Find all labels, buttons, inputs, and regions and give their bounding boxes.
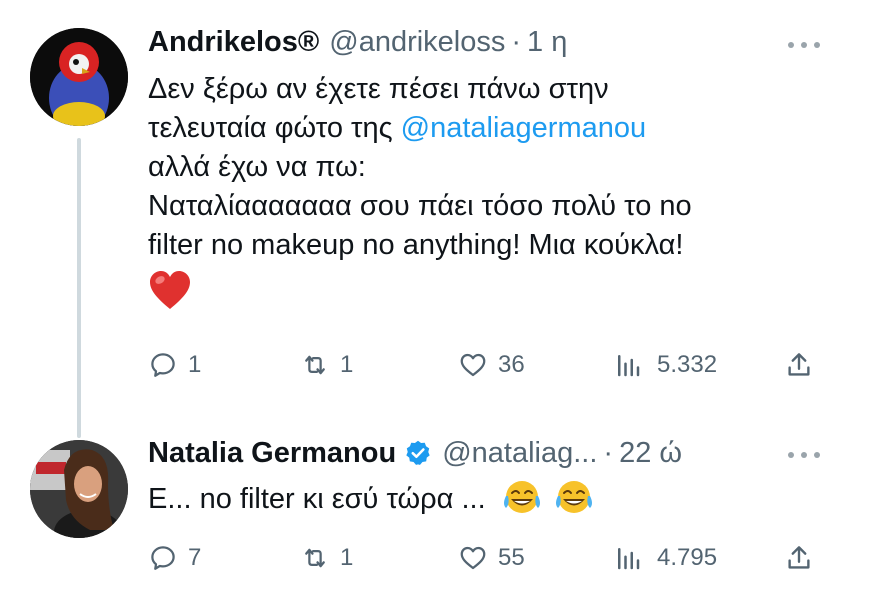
avatar[interactable] — [30, 440, 128, 538]
tweet-text-line: τελευταία φώτο της @nataliagermanou — [148, 112, 647, 144]
tears-of-joy-emoji-icon — [503, 481, 540, 513]
timestamp[interactable]: 1 η — [527, 26, 567, 59]
separator-dot: · — [603, 436, 614, 469]
tweet-text-line: Δεν ξέρω αν έχετε πέσει πάνω στην — [148, 73, 609, 105]
thread-connector-line — [77, 138, 81, 438]
tweet-header: Natalia Germanou @nataliag... · 22 ώ — [148, 433, 682, 473]
profile-photo-avatar-image — [30, 440, 128, 538]
retweet-icon — [305, 548, 325, 568]
user-handle[interactable]: @andrikeloss — [329, 26, 505, 59]
more-options-icon[interactable] — [788, 40, 820, 50]
tweet-text-line: αλλά έχω να πω: — [148, 151, 366, 183]
retweet-count: 1 — [340, 544, 354, 571]
reply-button[interactable]: 7 — [148, 538, 201, 578]
tweet-text: Ε... no filter κι εσύ τώρα ... — [148, 480, 828, 519]
more-options-icon[interactable] — [788, 450, 820, 460]
tweet-actions: 1 1 36 5.332 — [148, 345, 828, 385]
views-chart-icon — [618, 548, 640, 570]
reply-icon — [151, 546, 175, 570]
tweet[interactable]: Andrikelos® @andrikeloss · 1 η Δεν ξέρω … — [0, 0, 880, 438]
share-button[interactable] — [784, 345, 814, 385]
views-button[interactable]: 4.795 — [613, 538, 717, 578]
reply-icon — [151, 353, 175, 377]
retweet-button[interactable]: 1 — [300, 345, 353, 385]
timestamp[interactable]: 22 ώ — [619, 437, 682, 470]
like-button[interactable]: 55 — [458, 538, 525, 578]
tweet[interactable]: Natalia Germanou @nataliag... · 22 ώ Ε..… — [0, 430, 880, 613]
views-count: 5.332 — [657, 351, 718, 378]
like-count: 55 — [498, 544, 525, 571]
mention-link[interactable]: @nataliagermanou — [401, 112, 646, 144]
like-count: 36 — [498, 351, 525, 378]
reply-button[interactable]: 1 — [148, 345, 201, 385]
heart-icon — [460, 353, 486, 377]
tweet-actions: 7 1 55 4.795 — [148, 538, 828, 578]
retweet-button[interactable]: 1 — [300, 538, 353, 578]
display-name[interactable]: Natalia Germanou — [148, 437, 396, 470]
heart-emoji-icon — [148, 269, 828, 317]
avatar[interactable] — [30, 28, 128, 126]
display-name[interactable]: Andrikelos® — [148, 26, 319, 59]
tweet-thread: Andrikelos® @andrikeloss · 1 η Δεν ξέρω … — [0, 0, 880, 613]
user-handle[interactable]: @nataliag... — [442, 437, 597, 470]
retweet-icon — [305, 355, 325, 375]
tweet-header: Andrikelos® @andrikeloss · 1 η — [148, 22, 567, 62]
share-button[interactable] — [784, 538, 814, 578]
views-count: 4.795 — [657, 544, 718, 571]
tweet-text-line: Ναταλίααααααα σου πάει τόσο πολύ το no — [148, 190, 692, 222]
views-chart-icon — [618, 355, 640, 377]
like-button[interactable]: 36 — [458, 345, 525, 385]
verified-badge-icon — [406, 440, 430, 465]
reply-count: 1 — [188, 351, 202, 378]
tears-of-joy-emoji-icon — [555, 481, 592, 513]
separator-dot: · — [511, 25, 522, 58]
tweet-text-line: Ε... no filter κι εσύ τώρα ... — [148, 480, 828, 519]
tweet-text-line: filter no makeup no anything! Μια κούκλα… — [148, 229, 684, 261]
reply-count: 7 — [188, 544, 202, 571]
retweet-count: 1 — [340, 351, 354, 378]
bird-avatar-image — [30, 28, 128, 126]
share-icon — [788, 353, 810, 376]
share-icon — [788, 546, 810, 569]
tweet-text: Δεν ξέρω αν έχετε πέσει πάνω στην τελευτ… — [148, 70, 828, 317]
views-button[interactable]: 5.332 — [613, 345, 717, 385]
heart-icon — [460, 546, 486, 570]
